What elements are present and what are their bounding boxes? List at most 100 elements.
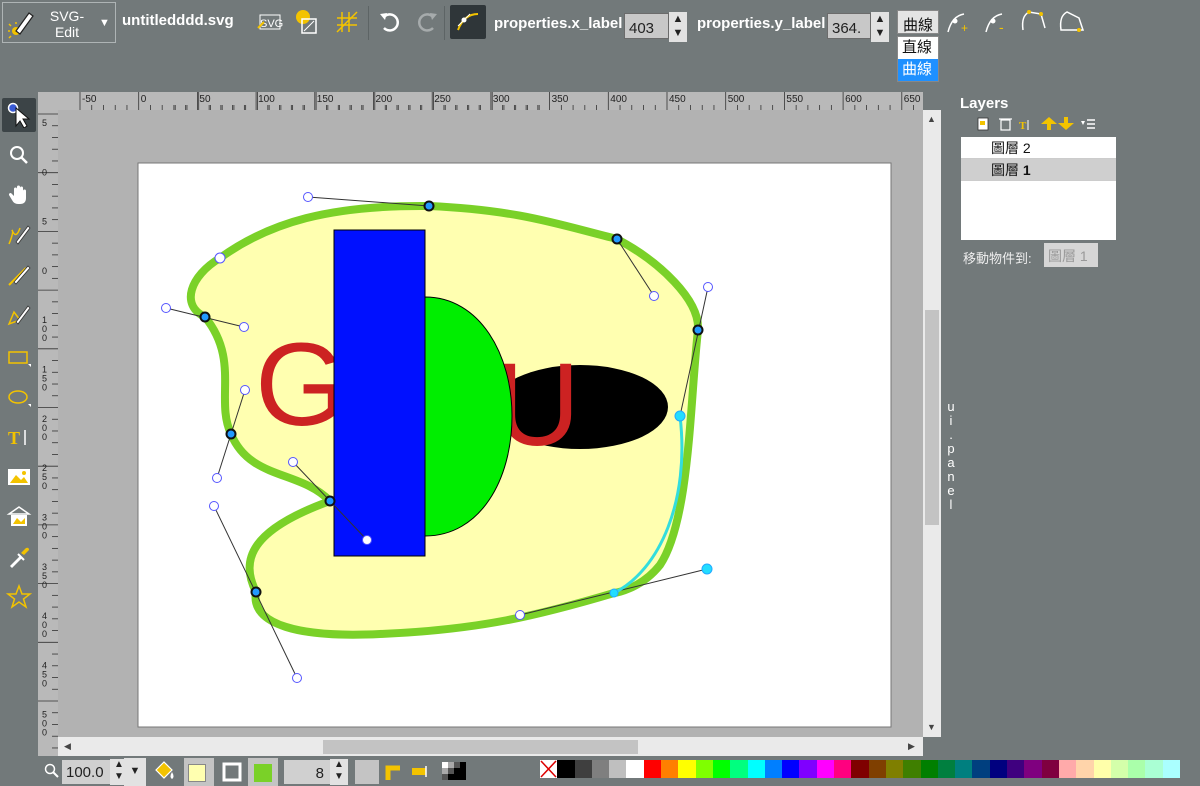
move-to-layer-select[interactable]: 圖層 1 xyxy=(1044,243,1098,267)
layer-item[interactable]: 圖層 2 xyxy=(961,137,1116,159)
palette-color-swatch[interactable] xyxy=(643,760,662,778)
scroll-up-icon[interactable]: ▲ xyxy=(927,114,936,124)
linecap-icon[interactable] xyxy=(408,760,432,784)
svg-import-icon[interactable]: SVG xyxy=(254,6,284,38)
palette-color-swatch[interactable] xyxy=(574,760,592,778)
palette-color-swatch[interactable] xyxy=(730,760,748,778)
select-tool-icon[interactable] xyxy=(2,98,36,132)
palette-color-swatch[interactable] xyxy=(1093,760,1111,778)
palette-color-swatch[interactable] xyxy=(712,760,731,778)
palette-color-swatch[interactable] xyxy=(591,760,610,778)
text-tool-icon[interactable]: T xyxy=(2,420,36,454)
rect-tool-icon[interactable] xyxy=(2,340,36,374)
delete-node-icon[interactable]: - xyxy=(981,6,1011,38)
y-spinner[interactable]: ▲ ▼ xyxy=(871,12,889,42)
zoom-tool-icon[interactable] xyxy=(2,138,36,172)
open-path-icon[interactable] xyxy=(1019,6,1049,38)
vertical-scrollbar[interactable]: ▲ ▼ xyxy=(923,110,941,737)
palette-color-swatch[interactable] xyxy=(972,760,990,778)
zoom-input[interactable]: 100.0 xyxy=(62,760,110,784)
segment-option-line[interactable]: 直線 xyxy=(898,37,938,59)
palette-color-swatch[interactable] xyxy=(937,760,956,778)
node-link-icon[interactable] xyxy=(450,5,486,39)
ui-panel-letter: . xyxy=(949,427,953,442)
image-tool-icon[interactable] xyxy=(2,460,36,494)
undo-icon[interactable] xyxy=(375,6,405,38)
pencil-tool-icon[interactable] xyxy=(2,218,36,252)
palette-color-swatch[interactable] xyxy=(903,760,921,778)
eyedropper-tool-icon[interactable] xyxy=(2,540,36,574)
opacity-icon[interactable] xyxy=(440,760,468,784)
scroll-left-icon[interactable]: ◀ xyxy=(64,741,71,752)
linejoin-icon[interactable] xyxy=(382,760,406,784)
horizontal-scrollbar[interactable]: ◀ ▶ xyxy=(58,737,923,756)
x-spinner[interactable]: ▲ ▼ xyxy=(669,12,687,42)
redo-icon[interactable] xyxy=(412,6,442,38)
stroke-width-spinner[interactable]: ▲ ▼ xyxy=(330,759,348,785)
ruler-label: 0 xyxy=(42,383,47,393)
app-logo-label: SVG- Edit xyxy=(49,8,85,40)
palette-color-swatch[interactable] xyxy=(764,760,783,778)
palette-color-swatch[interactable] xyxy=(609,760,627,778)
image-import-icon[interactable] xyxy=(292,6,322,38)
ruler-label: 0 xyxy=(42,333,47,343)
palette-color-swatch[interactable] xyxy=(1076,760,1094,778)
stroke-color-swatch[interactable] xyxy=(248,758,278,786)
line-tool-icon[interactable] xyxy=(2,258,36,292)
palette-color-swatch[interactable] xyxy=(799,760,817,778)
layer-item-current[interactable]: 圖層 1 xyxy=(961,159,1116,181)
add-node-icon[interactable]: + xyxy=(943,6,973,38)
path-tool-icon[interactable] xyxy=(2,298,36,332)
palette-color-swatch[interactable] xyxy=(885,760,904,778)
palette-color-swatch[interactable] xyxy=(1128,760,1146,778)
horizontal-scroll-thumb[interactable] xyxy=(323,740,638,754)
palette-color-swatch[interactable] xyxy=(1145,760,1163,778)
y-input[interactable]: 364. xyxy=(827,13,871,39)
palette-color-swatch[interactable] xyxy=(868,760,886,778)
no-color-swatch[interactable] xyxy=(540,760,558,778)
palette-color-swatch[interactable] xyxy=(695,760,713,778)
segment-option-curve[interactable]: 曲線 xyxy=(898,59,938,81)
main-menu-button[interactable]: SVG- Edit ▼ xyxy=(2,2,116,43)
scroll-down-icon[interactable]: ▼ xyxy=(927,722,936,732)
zoom-dropdown-icon[interactable]: ▼ xyxy=(124,758,146,786)
palette-color-swatch[interactable] xyxy=(816,760,835,778)
ruler-label: 100 xyxy=(258,94,275,105)
library-tool-icon[interactable] xyxy=(2,500,36,534)
palette-color-swatch[interactable] xyxy=(1007,760,1025,778)
palette-color-swatch[interactable] xyxy=(955,760,973,778)
palette-color-swatch[interactable] xyxy=(851,760,869,778)
segment-type-select[interactable]: 曲線 xyxy=(897,10,939,34)
x-input[interactable]: 403 xyxy=(624,13,669,39)
palette-color-swatch[interactable] xyxy=(989,760,1008,778)
palette-color-swatch[interactable] xyxy=(626,760,644,778)
palette-color-swatch[interactable] xyxy=(747,760,765,778)
stroke-width-input[interactable]: 8 xyxy=(284,760,330,784)
canvas-workarea[interactable]: G U xyxy=(58,110,923,737)
fill-color-swatch[interactable] xyxy=(184,758,214,786)
palette-color-swatch[interactable] xyxy=(1024,760,1042,778)
close-path-icon[interactable] xyxy=(1057,6,1087,38)
grid-icon[interactable] xyxy=(332,6,362,38)
star-tool-icon[interactable] xyxy=(2,580,36,614)
palette-color-swatch[interactable] xyxy=(557,760,575,778)
ruler-label: 450 xyxy=(669,94,686,105)
delete-layer-icon xyxy=(999,118,1012,131)
palette-color-swatch[interactable] xyxy=(661,760,679,778)
stroke-style-select[interactable] xyxy=(355,760,379,784)
fill-paint-icon xyxy=(150,758,184,786)
ellipse-tool-icon[interactable] xyxy=(2,380,36,414)
palette-color-swatch[interactable] xyxy=(834,760,852,778)
pan-tool-icon[interactable] xyxy=(2,178,36,212)
palette-color-swatch[interactable] xyxy=(920,760,938,778)
zoom-icon xyxy=(44,763,59,778)
palette-color-swatch[interactable] xyxy=(1041,760,1059,778)
palette-color-swatch[interactable] xyxy=(782,760,800,778)
palette-color-swatch[interactable] xyxy=(1162,760,1180,778)
palette-color-swatch[interactable] xyxy=(1110,760,1129,778)
palette-color-swatch[interactable] xyxy=(678,760,696,778)
scroll-right-icon[interactable]: ▶ xyxy=(908,741,915,752)
vertical-scroll-thumb[interactable] xyxy=(925,310,939,525)
ui-panel-toggle[interactable]: ui.panel xyxy=(944,400,958,512)
palette-color-swatch[interactable] xyxy=(1058,760,1077,778)
